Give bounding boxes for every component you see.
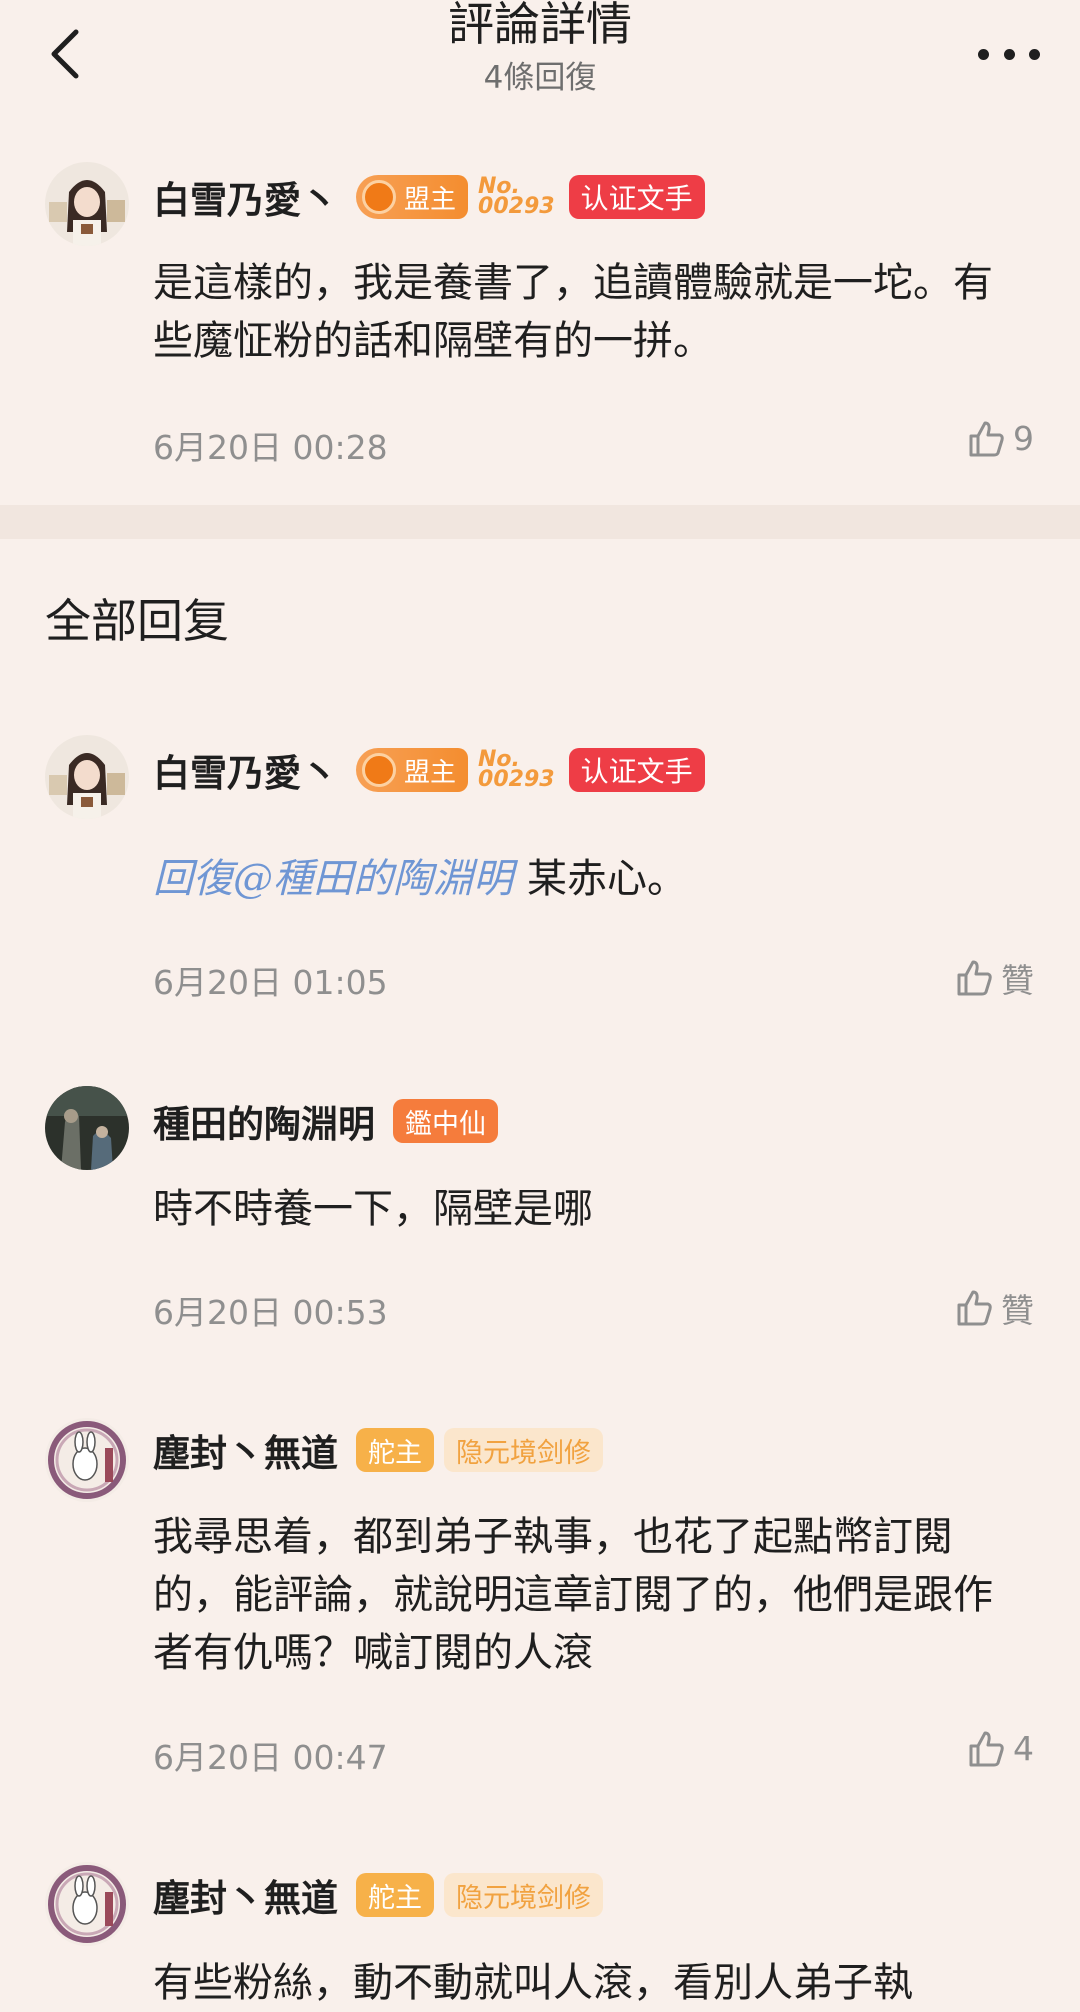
avatar-image	[45, 162, 129, 246]
top-bar: 評論詳情 4條回復	[0, 0, 1080, 120]
username[interactable]: 種田的陶淵明	[153, 1094, 375, 1148]
username[interactable]: 塵封丶無道	[153, 1423, 338, 1477]
avatar-image	[45, 1862, 129, 1946]
lord-badge: 盟主	[356, 175, 469, 219]
like-count: 9	[1013, 419, 1034, 458]
rank-badge: 舵主	[356, 1873, 434, 1917]
avatar[interactable]	[45, 162, 129, 246]
gem-icon	[362, 753, 396, 787]
thumbs-up-icon	[969, 421, 1004, 456]
avatar[interactable]	[45, 1086, 129, 1170]
comment-text: 我尋思着，都到弟子執事，也花了起點幣訂閱的，能評論，就說明這章訂閱了的，他們是跟…	[153, 1514, 993, 1676]
username[interactable]: 塵封丶無道	[153, 1868, 338, 1922]
rank-badge: 舵主	[356, 1428, 434, 1472]
title-badge: 隐元境剑修	[444, 1873, 603, 1917]
like-button[interactable]: 4	[967, 1729, 1034, 1768]
user-row: 塵封丶無道 舵主 隐元境剑修	[153, 1425, 613, 1475]
gem-icon	[362, 180, 396, 214]
like-count: 贊	[1001, 1291, 1034, 1330]
username[interactable]: 白雪乃愛丶	[153, 170, 338, 224]
comment-text: 是這樣的，我是養書了，追讀體驗就是一坨。有些魔怔粉的話和隔壁有的一拼。	[153, 260, 993, 364]
avatar[interactable]	[45, 1418, 129, 1502]
comment-time: 6月20日 00:53	[153, 1293, 388, 1332]
fan-number-badge: No. 00293	[478, 747, 555, 792]
section-divider	[0, 505, 1080, 539]
title-badge: 隐元境剑修	[444, 1428, 603, 1472]
reply-count: 4條回復	[483, 60, 597, 96]
avatar-image	[45, 1086, 129, 1170]
comment-text: 有些粉絲，動不動就叫人滾，看別人弟子執	[153, 1960, 913, 2006]
section-title: 全部回复	[45, 594, 229, 648]
like-button[interactable]: 贊	[955, 1284, 1034, 1332]
like-count: 贊	[1001, 961, 1034, 1000]
certified-writer-badge: 认证文手	[568, 748, 705, 792]
more-dots-icon	[978, 48, 989, 60]
user-row: 白雪乃愛丶 盟主 No. 00293 认证文手	[153, 172, 715, 222]
more-button[interactable]	[978, 36, 1040, 72]
comment-time: 6月20日 01:05	[153, 963, 388, 1002]
avatar[interactable]	[45, 1862, 129, 1946]
thumbs-up-icon	[957, 960, 992, 996]
rank-badge: 鑑中仙	[393, 1099, 498, 1143]
comment-text: 時不時養一下，隔壁是哪	[153, 1186, 593, 1232]
fan-number-badge: No. 00293	[478, 174, 555, 219]
like-count: 4	[1013, 1729, 1034, 1768]
reply-mention-link[interactable]: 回復@種田的陶淵明	[153, 856, 513, 902]
user-row: 種田的陶淵明 鑑中仙	[153, 1096, 508, 1146]
comment-time: 6月20日 00:47	[153, 1738, 388, 1777]
thumbs-up-icon	[957, 1290, 992, 1326]
comment-text: 回復@種田的陶淵明 某赤心。	[153, 856, 687, 902]
like-button[interactable]: 贊	[955, 954, 1034, 1002]
avatar-image	[45, 1418, 129, 1502]
lord-badge: 盟主	[356, 748, 469, 792]
username[interactable]: 白雪乃愛丶	[153, 743, 338, 797]
like-button[interactable]: 9	[967, 419, 1034, 458]
avatar-image	[45, 735, 129, 819]
user-row: 白雪乃愛丶 盟主 No. 00293 认证文手	[153, 745, 715, 795]
avatar[interactable]	[45, 735, 129, 819]
user-row: 塵封丶無道 舵主 隐元境剑修	[153, 1870, 613, 1920]
page-title: 評論詳情	[448, 0, 632, 51]
thumbs-up-icon	[969, 1731, 1004, 1766]
comment-time: 6月20日 00:28	[153, 428, 388, 467]
certified-writer-badge: 认证文手	[568, 175, 705, 219]
